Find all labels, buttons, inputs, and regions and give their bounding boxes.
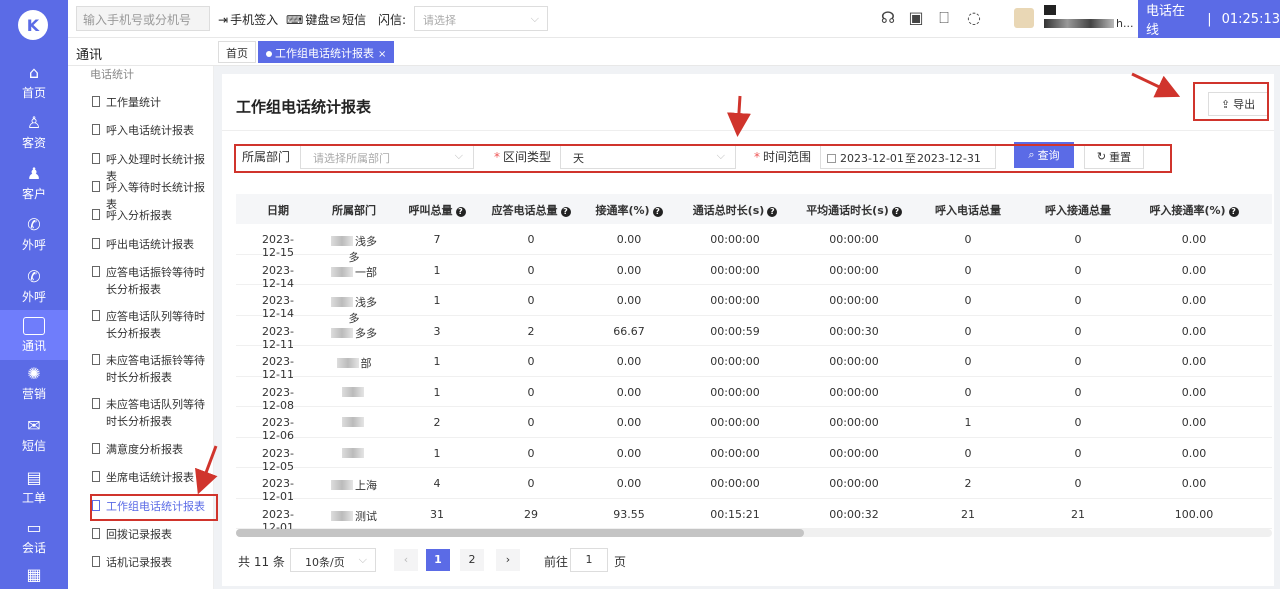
annotation-arrows bbox=[195, 72, 1181, 495]
arrow-to-menu bbox=[195, 445, 218, 495]
arrow-to-filter bbox=[726, 95, 751, 137]
arrow-to-export bbox=[1131, 72, 1181, 98]
